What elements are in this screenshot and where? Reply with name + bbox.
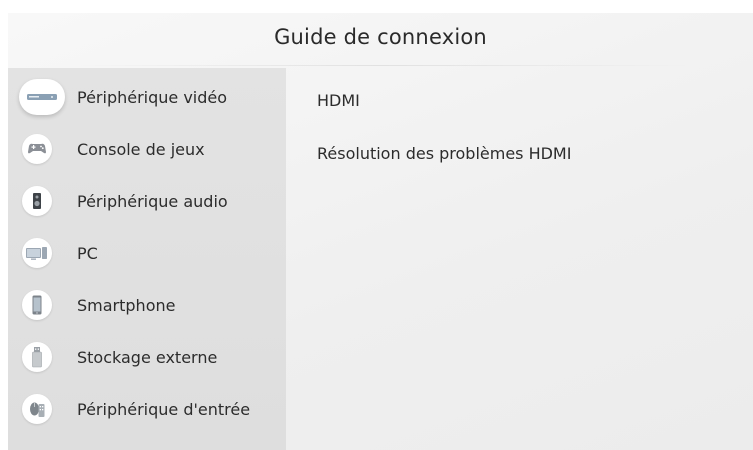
sidebar-item-video-device[interactable]: Périphérique vidéo xyxy=(8,74,286,126)
sidebar: Périphérique vidéo Console de jeux Périp… xyxy=(8,68,286,450)
connection-guide-screen: Guide de connexion Périphérique vidéo Co… xyxy=(8,13,753,450)
sidebar-item-smartphone[interactable]: Smartphone xyxy=(8,282,286,334)
sidebar-item-label: PC xyxy=(77,244,98,263)
sidebar-item-external-storage[interactable]: Stockage externe xyxy=(8,334,286,386)
input-device-icon xyxy=(22,394,52,424)
sidebar-item-label: Périphérique audio xyxy=(77,192,228,211)
page-title: Guide de connexion xyxy=(274,25,487,49)
video-device-icon xyxy=(19,79,65,115)
sidebar-item-input-device[interactable]: Périphérique d'entrée xyxy=(8,386,286,438)
sidebar-item-label: Stockage externe xyxy=(77,348,218,367)
pc-icon xyxy=(22,238,52,268)
content-item-hdmi-troubleshooting[interactable]: Résolution des problèmes HDMI xyxy=(317,144,571,163)
smartphone-icon xyxy=(22,290,52,320)
sidebar-item-game-console[interactable]: Console de jeux xyxy=(8,126,286,178)
sidebar-item-audio-device[interactable]: Périphérique audio xyxy=(8,178,286,230)
sidebar-item-label: Smartphone xyxy=(77,296,176,315)
speaker-icon xyxy=(22,186,52,216)
usb-storage-icon xyxy=(22,342,52,372)
sidebar-item-label: Console de jeux xyxy=(77,140,205,159)
sidebar-item-label: Périphérique d'entrée xyxy=(77,400,251,419)
sidebar-item-label: Périphérique vidéo xyxy=(77,88,228,107)
sidebar-item-pc[interactable]: PC xyxy=(8,230,286,282)
content-item-hdmi[interactable]: HDMI xyxy=(317,91,360,110)
title-divider xyxy=(68,65,693,66)
gamepad-icon xyxy=(22,134,52,164)
